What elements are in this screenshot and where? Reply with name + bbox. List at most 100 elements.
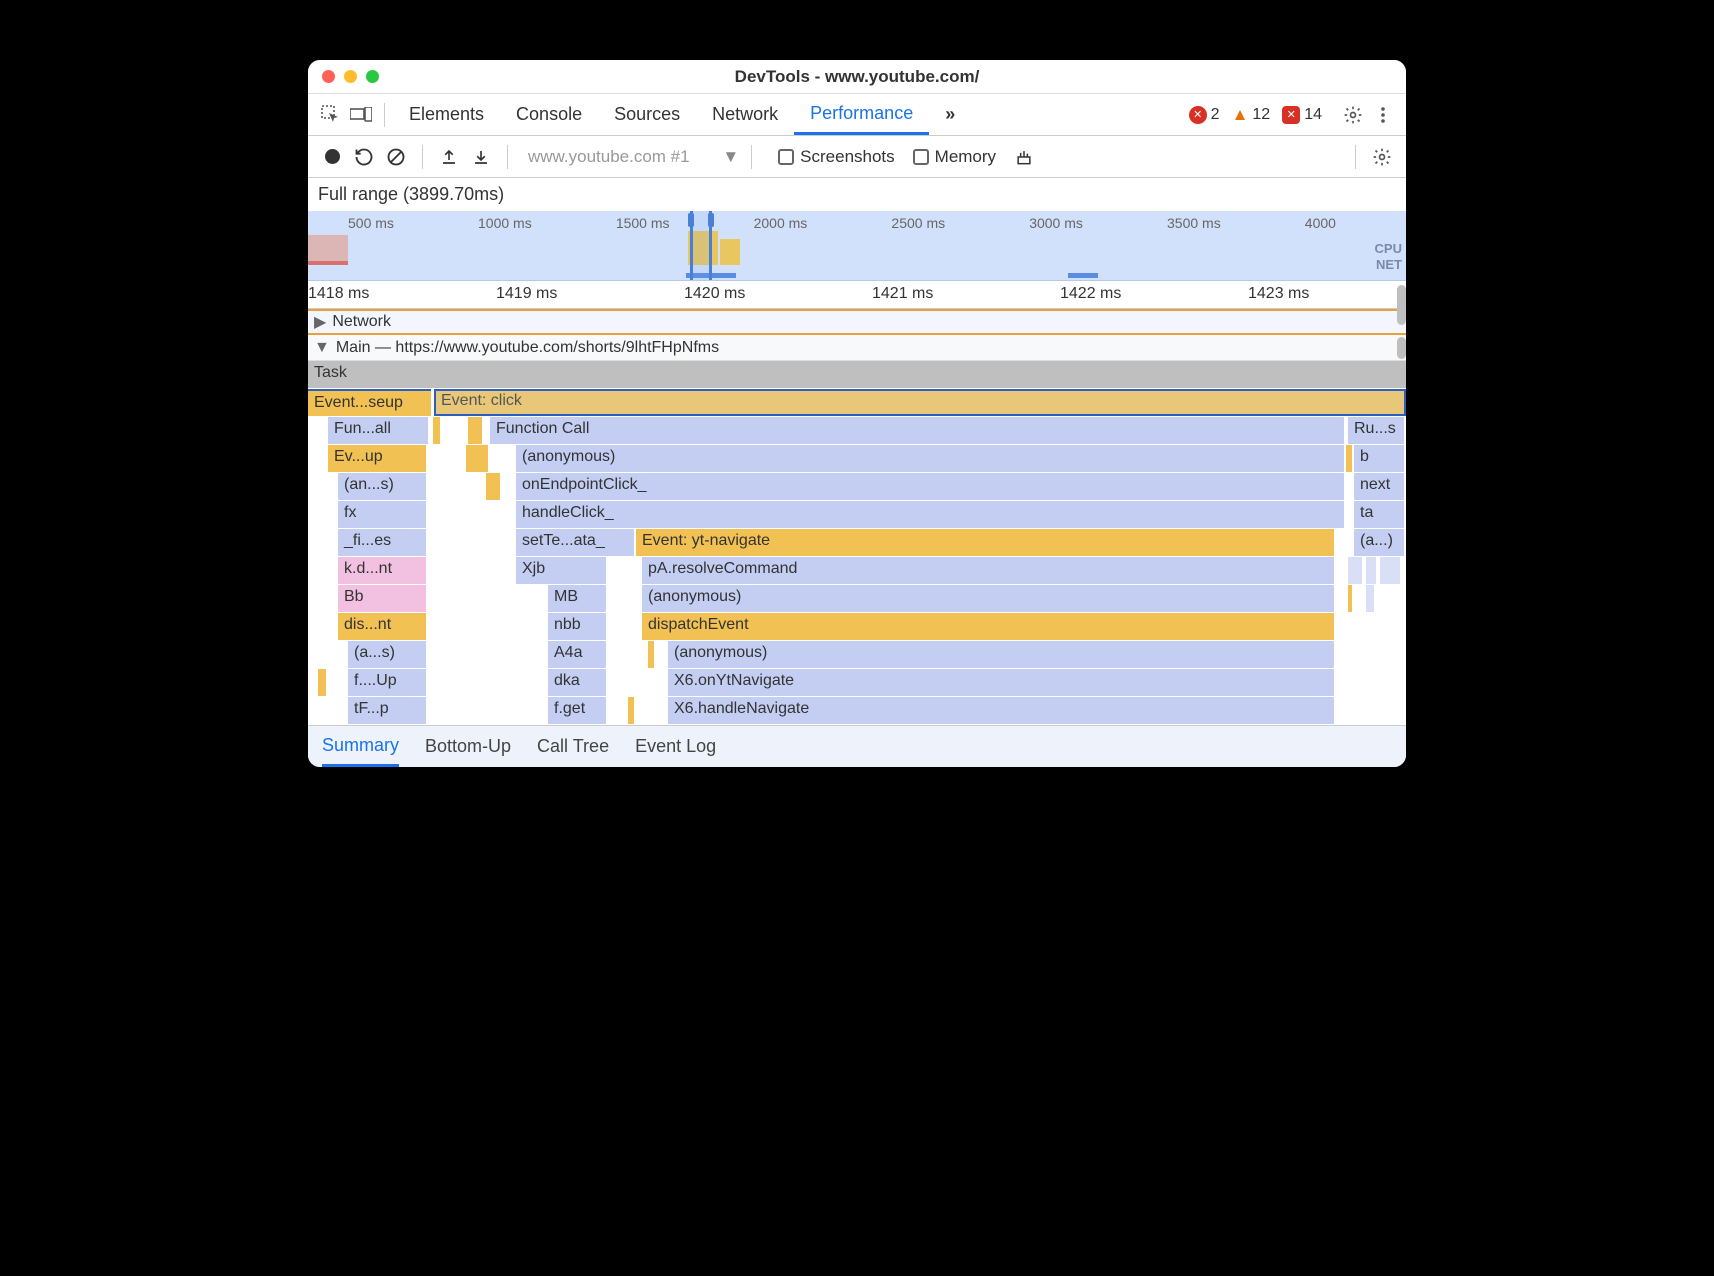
record-button[interactable] [318, 143, 346, 171]
flame-bar[interactable]: ta [1354, 501, 1404, 528]
expand-icon: ▶ [314, 312, 326, 332]
flame-bar[interactable]: Ru...s [1348, 417, 1404, 444]
tab-elements[interactable]: Elements [393, 94, 500, 135]
flame-bar[interactable]: b [1354, 445, 1404, 472]
selection-handle-right[interactable] [708, 213, 714, 227]
flame-bar[interactable] [1348, 557, 1362, 584]
zoom-icon[interactable] [366, 70, 379, 83]
flame-bar[interactable]: dis...nt [338, 613, 426, 640]
inspect-icon[interactable] [316, 105, 346, 125]
flame-bar[interactable]: tF...p [348, 697, 426, 724]
flame-bar[interactable]: Bb [338, 585, 426, 612]
overview-minimap[interactable]: 500 ms 1000 ms 1500 ms 2000 ms 2500 ms 3… [308, 211, 1406, 281]
flame-bar[interactable]: Ev...up [328, 445, 426, 472]
flame-bar[interactable]: (anonymous) [516, 445, 1344, 472]
profile-select[interactable]: www.youtube.com #1 ▼ [528, 147, 739, 167]
flame-bar[interactable]: onEndpointClick_ [516, 473, 1344, 500]
screenshots-checkbox[interactable]: Screenshots [778, 147, 895, 167]
warning-count[interactable]: ▲ 12 [1226, 105, 1277, 125]
flame-bar[interactable] [486, 473, 500, 500]
device-icon[interactable] [346, 107, 376, 123]
tab-network[interactable]: Network [696, 94, 794, 135]
tab-bottom-up[interactable]: Bottom-Up [425, 726, 511, 767]
flame-bar[interactable]: setTe...ata_ [516, 529, 634, 556]
tab-event-log[interactable]: Event Log [635, 726, 716, 767]
overview-ticks: 500 ms 1000 ms 1500 ms 2000 ms 2500 ms 3… [308, 215, 1376, 231]
flame-bar[interactable]: X6.handleNavigate [668, 697, 1334, 724]
overview-selection[interactable] [690, 211, 712, 280]
tab-sources[interactable]: Sources [598, 94, 696, 135]
minimize-icon[interactable] [344, 70, 357, 83]
flame-bar[interactable]: k.d...nt [338, 557, 426, 584]
flame-bar[interactable]: f.get [548, 697, 606, 724]
upload-icon[interactable] [435, 143, 463, 171]
flame-bar[interactable]: X6.onYtNavigate [668, 669, 1334, 696]
flame-bar[interactable] [648, 641, 654, 668]
overview-tick: 3000 ms [1029, 215, 1083, 231]
network-section-header[interactable]: ▶ Network [308, 309, 1406, 335]
flame-bar[interactable] [1380, 557, 1400, 584]
reload-button[interactable] [350, 143, 378, 171]
flame-bar[interactable]: Xjb [516, 557, 606, 584]
clear-button[interactable] [382, 143, 410, 171]
flame-bar[interactable]: handleClick_ [516, 501, 1344, 528]
flame-bar[interactable]: _fi...es [338, 529, 426, 556]
flame-bar[interactable]: f....Up [348, 669, 426, 696]
flame-bar[interactable]: fx [338, 501, 426, 528]
flame-bar[interactable] [433, 417, 440, 444]
tab-console[interactable]: Console [500, 94, 598, 135]
flame-bar[interactable]: Event: yt-navigate [636, 529, 1334, 556]
close-icon[interactable] [322, 70, 335, 83]
flame-bar[interactable] [1366, 557, 1376, 584]
time-ruler[interactable]: 1418 ms 1419 ms 1420 ms 1421 ms 1422 ms … [308, 281, 1406, 309]
scrollbar-thumb[interactable] [1397, 285, 1406, 325]
main-section-header[interactable]: ▼ Main — https://www.youtube.com/shorts/… [308, 335, 1406, 361]
flame-bar[interactable]: dispatchEvent [642, 613, 1334, 640]
capture-settings-icon[interactable] [1368, 143, 1396, 171]
flame-bar[interactable]: (anonymous) [642, 585, 1334, 612]
flame-bar[interactable]: A4a [548, 641, 606, 668]
flame-bar[interactable] [318, 669, 326, 696]
flame-bar[interactable]: pA.resolveCommand [642, 557, 1334, 584]
download-icon[interactable] [467, 143, 495, 171]
flame-bar[interactable]: Function Call [490, 417, 1344, 444]
scrollbar-thumb[interactable] [1397, 337, 1406, 359]
detail-tabs: Summary Bottom-Up Call Tree Event Log [308, 725, 1406, 767]
flame-bar[interactable] [468, 417, 482, 444]
flame-bar[interactable]: dka [548, 669, 606, 696]
flame-bar[interactable] [1346, 445, 1352, 472]
memory-checkbox[interactable]: Memory [913, 147, 996, 167]
tab-summary[interactable]: Summary [322, 726, 399, 767]
lane-labels: CPU NET [1375, 241, 1402, 273]
flame-bar[interactable]: (a...) [1354, 529, 1404, 556]
flame-bar[interactable] [628, 697, 634, 724]
tab-performance[interactable]: Performance [794, 94, 929, 135]
ruler-tick: 1418 ms [308, 285, 369, 303]
net-lane-label: NET [1375, 257, 1402, 273]
collect-garbage-icon[interactable] [1010, 143, 1038, 171]
flame-chart[interactable]: Task Event...seup Event: click Fun...all… [308, 361, 1406, 725]
flame-bar[interactable] [466, 445, 488, 472]
selection-handle-left[interactable] [688, 213, 694, 227]
flame-bar[interactable]: Fun...all [328, 417, 428, 444]
toolbar-right: ✕ 2 ▲ 12 ✕ 14 [1183, 105, 1398, 125]
error-count[interactable]: ✕ 2 [1183, 106, 1226, 124]
flame-bar[interactable]: (an...s) [338, 473, 426, 500]
flame-bar[interactable]: next [1354, 473, 1404, 500]
flame-bar[interactable] [1366, 585, 1374, 612]
main-label: Main — https://www.youtube.com/shorts/9l… [336, 339, 719, 357]
flame-bar-selected[interactable]: Event: click [434, 389, 1406, 416]
tab-call-tree[interactable]: Call Tree [537, 726, 609, 767]
flame-bar[interactable]: MB [548, 585, 606, 612]
task-bar[interactable]: Task [308, 361, 1406, 388]
message-count[interactable]: ✕ 14 [1276, 106, 1328, 124]
flame-bar[interactable]: nbb [548, 613, 606, 640]
flame-bar[interactable] [1348, 585, 1352, 612]
settings-icon[interactable] [1338, 105, 1368, 125]
flame-bar[interactable]: Event...seup [308, 389, 431, 416]
range-label: Full range (3899.70ms) [308, 178, 1406, 211]
flame-bar[interactable]: (anonymous) [668, 641, 1334, 668]
kebab-menu-icon[interactable] [1368, 105, 1398, 125]
tabs-overflow-icon[interactable]: » [929, 94, 971, 135]
flame-bar[interactable]: (a...s) [348, 641, 426, 668]
